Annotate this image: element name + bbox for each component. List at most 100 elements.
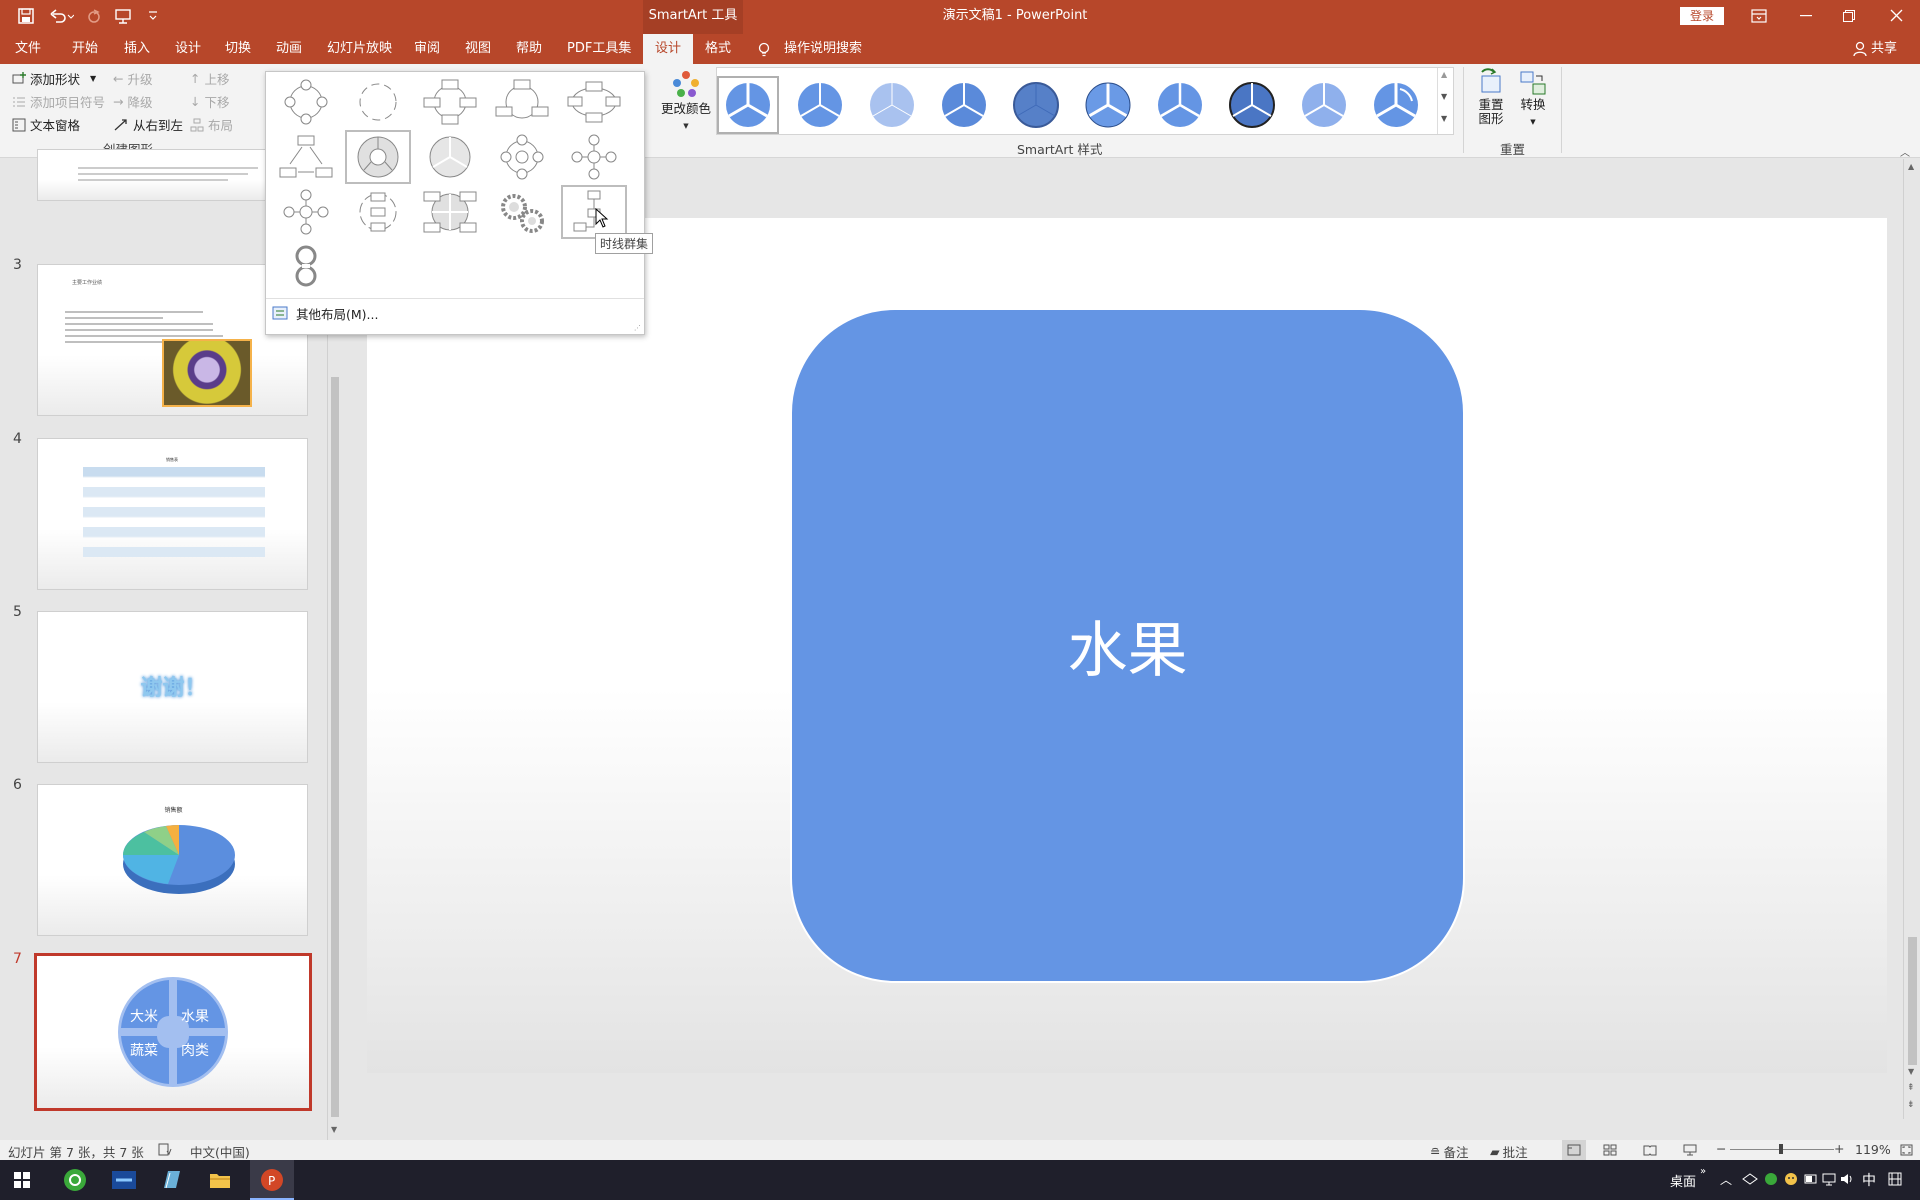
tab-file[interactable]: 文件: [15, 34, 41, 64]
volume-icon[interactable]: [1840, 1172, 1854, 1186]
gallery-scroll[interactable]: ▲ ▼ ▼: [1437, 68, 1453, 134]
language-indicator[interactable]: 中文(中国): [190, 1142, 250, 1161]
reading-view-icon[interactable]: [1643, 1144, 1657, 1156]
minimize-icon[interactable]: [1800, 15, 1812, 17]
style-thumb-2[interactable]: [789, 76, 851, 134]
windows-start-icon[interactable]: [14, 1172, 30, 1188]
style-thumb-10[interactable]: [1365, 76, 1427, 134]
next-slide-icon[interactable]: ⇟: [1907, 1101, 1915, 1110]
normal-view-button[interactable]: [1562, 1140, 1586, 1160]
tab-insert[interactable]: 插入: [124, 34, 150, 64]
move-down-button[interactable]: ↓ 下移: [190, 92, 230, 111]
tab-help[interactable]: 帮助: [516, 34, 542, 64]
change-colors-button[interactable]: 更改颜色 ▼: [660, 68, 712, 138]
layout-option-hovered[interactable]: [561, 185, 627, 239]
ime-indicator[interactable]: 中: [1862, 1170, 1876, 1190]
restore-icon[interactable]: [1843, 10, 1855, 22]
resize-grip-icon[interactable]: ⋰: [634, 324, 641, 332]
tab-home[interactable]: 开始: [72, 34, 98, 64]
previous-slide-icon[interactable]: ⇞: [1907, 1084, 1915, 1093]
more-layouts-item[interactable]: 其他布局(M)...: [272, 302, 378, 324]
zoom-in-button[interactable]: +: [1834, 1141, 1844, 1156]
layout-option[interactable]: [561, 130, 627, 184]
layout-option-selected[interactable]: [345, 130, 411, 184]
canvas-scrollbar[interactable]: ▲ ▼ ⇞ ⇟: [1903, 159, 1920, 1119]
login-button[interactable]: 登录: [1680, 7, 1724, 25]
smartart-shape[interactable]: 水果: [790, 308, 1465, 983]
slide-pane-scroll-thumb[interactable]: [331, 377, 339, 1117]
comments-button[interactable]: ▰ 批注: [1490, 1142, 1528, 1161]
collapse-ribbon-icon[interactable]: ︿: [1900, 144, 1910, 159]
style-thumb-3[interactable]: [861, 76, 923, 134]
layout-button[interactable]: 布局: [190, 115, 233, 134]
add-shape-dropdown-icon[interactable]: ▼: [90, 74, 96, 83]
tray-green-icon[interactable]: [1764, 1172, 1778, 1186]
battery-icon[interactable]: [1804, 1172, 1818, 1186]
layout-option[interactable]: [345, 185, 411, 239]
layout-option[interactable]: [417, 130, 483, 184]
ribbon-display-icon[interactable]: [1751, 9, 1767, 23]
layout-option[interactable]: [273, 185, 339, 239]
zoom-out-button[interactable]: −: [1716, 1141, 1726, 1156]
layout-option[interactable]: [417, 75, 483, 129]
notes-app-icon[interactable]: [160, 1168, 184, 1192]
notes-button[interactable]: ≘ 备注: [1430, 1142, 1469, 1161]
slide-thumbnail-4[interactable]: 销售表: [37, 438, 308, 590]
style-thumb-1[interactable]: [717, 76, 779, 134]
slide-thumbnail-6[interactable]: 销售额: [37, 784, 308, 936]
tab-smartart-design[interactable]: 设计: [643, 34, 693, 64]
save-icon[interactable]: [18, 8, 34, 24]
zoom-level[interactable]: 119%: [1855, 1142, 1891, 1157]
layout-option[interactable]: [273, 75, 339, 129]
layout-option[interactable]: [489, 75, 555, 129]
move-up-button[interactable]: ↑ 上移: [190, 69, 230, 88]
tab-transitions[interactable]: 切换: [225, 34, 251, 64]
show-hidden-icons[interactable]: ︿: [1720, 1171, 1732, 1188]
close-icon[interactable]: [1890, 9, 1903, 22]
style-thumb-9[interactable]: [1293, 76, 1355, 134]
convert-button[interactable]: 转换 ▼: [1515, 68, 1551, 127]
canvas-scroll-thumb[interactable]: [1908, 937, 1917, 1065]
layout-option[interactable]: [273, 130, 339, 184]
slide-thumbnail-7[interactable]: 大米 水果 蔬菜 肉类: [34, 953, 312, 1111]
add-shape-button[interactable]: 添加形状 ▼: [12, 69, 96, 88]
right-to-left-button[interactable]: 从右到左: [113, 115, 183, 134]
scroll-up-icon[interactable]: ▲: [1908, 162, 1914, 171]
text-pane-button[interactable]: 文本窗格: [12, 115, 80, 134]
layout-option[interactable]: [489, 185, 555, 239]
redo-icon[interactable]: [86, 8, 102, 24]
layout-option[interactable]: [345, 75, 411, 129]
layout-option[interactable]: [561, 75, 627, 129]
presentation-icon[interactable]: [114, 8, 132, 24]
tell-me-search[interactable]: 操作说明搜索: [784, 34, 862, 64]
tab-slideshow[interactable]: 幻灯片放映: [327, 34, 392, 64]
powerpoint-taskbar-button[interactable]: P: [250, 1160, 294, 1200]
fit-to-window-icon[interactable]: [1900, 1144, 1913, 1156]
gallery-up-icon[interactable]: ▲: [1441, 70, 1447, 79]
style-thumb-8[interactable]: [1221, 76, 1283, 134]
reset-graphic-button[interactable]: 重置图形: [1473, 68, 1509, 126]
toolbar-expand-icon[interactable]: »: [1700, 1166, 1706, 1177]
tab-pdf-tools[interactable]: PDF工具集: [567, 34, 631, 64]
tab-review[interactable]: 审阅: [414, 34, 440, 64]
browser-app-icon[interactable]: [63, 1168, 87, 1192]
gallery-down-icon[interactable]: ▼: [1441, 92, 1447, 101]
slide-sorter-icon[interactable]: [1603, 1144, 1617, 1156]
media-app-icon[interactable]: [111, 1168, 137, 1192]
spell-check-icon[interactable]: [158, 1143, 172, 1156]
share-icon[interactable]: [1853, 41, 1867, 57]
input-mode-icon[interactable]: [1888, 1172, 1902, 1186]
smartart-shape-text[interactable]: 水果: [1068, 602, 1188, 689]
undo-icon[interactable]: [50, 8, 74, 24]
tab-view[interactable]: 视图: [465, 34, 491, 64]
network-icon[interactable]: [1822, 1172, 1836, 1186]
tab-animations[interactable]: 动画: [276, 34, 302, 64]
tab-design[interactable]: 设计: [175, 34, 201, 64]
style-thumb-4[interactable]: [933, 76, 995, 134]
tray-user-icon[interactable]: [1784, 1172, 1798, 1186]
layout-option[interactable]: [489, 130, 555, 184]
style-thumb-7[interactable]: [1149, 76, 1211, 134]
share-button[interactable]: 共享: [1871, 34, 1897, 64]
tray-app-icon[interactable]: [1742, 1173, 1758, 1185]
layout-option[interactable]: [273, 240, 339, 294]
